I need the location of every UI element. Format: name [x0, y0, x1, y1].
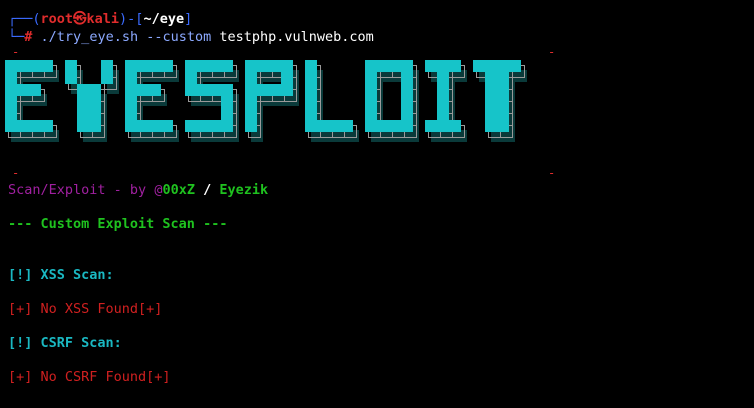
command-text: ./try_eye.sh --custom [40, 29, 212, 45]
credit-slash: / [194, 182, 220, 198]
banner-corner-bottom-left: - [12, 166, 20, 180]
prompt-hash: # [24, 29, 33, 45]
prompt-path: ~/eye [143, 11, 185, 27]
prompt-host: kali [86, 11, 120, 27]
prompt-command-line: └─# ./try_eye.sh --custom testphp.vulnwe… [8, 29, 374, 45]
command-argument: testphp.vulnweb.com [219, 29, 374, 45]
xss-scan-title-text: [!] XSS Scan: [8, 267, 114, 283]
credit-author: 00xZ [162, 182, 195, 198]
prompt-at-symbol: ㉿ [73, 11, 87, 27]
xss-scan-result: [+] No XSS Found[+] [8, 301, 162, 317]
prompt-frame-bottom: └─ [8, 29, 25, 45]
eyesploit-banner-logo [5, 60, 557, 168]
prompt-user: root [40, 11, 74, 27]
prompt-frame-end: ] [184, 11, 193, 27]
csrf-scan-title: [!] CSRF Scan: [8, 335, 122, 351]
csrf-scan-result: [+] No CSRF Found[+] [8, 369, 171, 385]
scan-heading: --- Custom Exploit Scan --- [8, 216, 227, 232]
prompt-frame-mid: )-[ [119, 11, 144, 27]
csrf-scan-result-text: [+] No CSRF Found[+] [8, 369, 171, 385]
credit-line: Scan/Exploit - by @00xZ / Eyezik [8, 182, 268, 198]
credit-coauthor: Eyezik [219, 182, 269, 198]
banner-corner-bottom-right: - [548, 166, 556, 180]
banner-corner-top-left: - [12, 45, 20, 59]
scan-heading-text: --- Custom Exploit Scan --- [8, 216, 228, 232]
prompt-frame-top: ┌──( [8, 11, 41, 27]
prompt-header: ┌──(root㉿kali)-[~/eye] [8, 11, 192, 27]
xss-scan-title: [!] XSS Scan: [8, 267, 114, 283]
xss-scan-result-text: [+] No XSS Found[+] [8, 301, 163, 317]
csrf-scan-title-text: [!] CSRF Scan: [8, 335, 122, 351]
credit-prefix: Scan/Exploit - by [8, 182, 155, 198]
banner-corner-top-right: - [548, 45, 556, 59]
terminal-window[interactable]: ┌──(root㉿kali)-[~/eye] └─# ./try_eye.sh … [0, 0, 754, 408]
